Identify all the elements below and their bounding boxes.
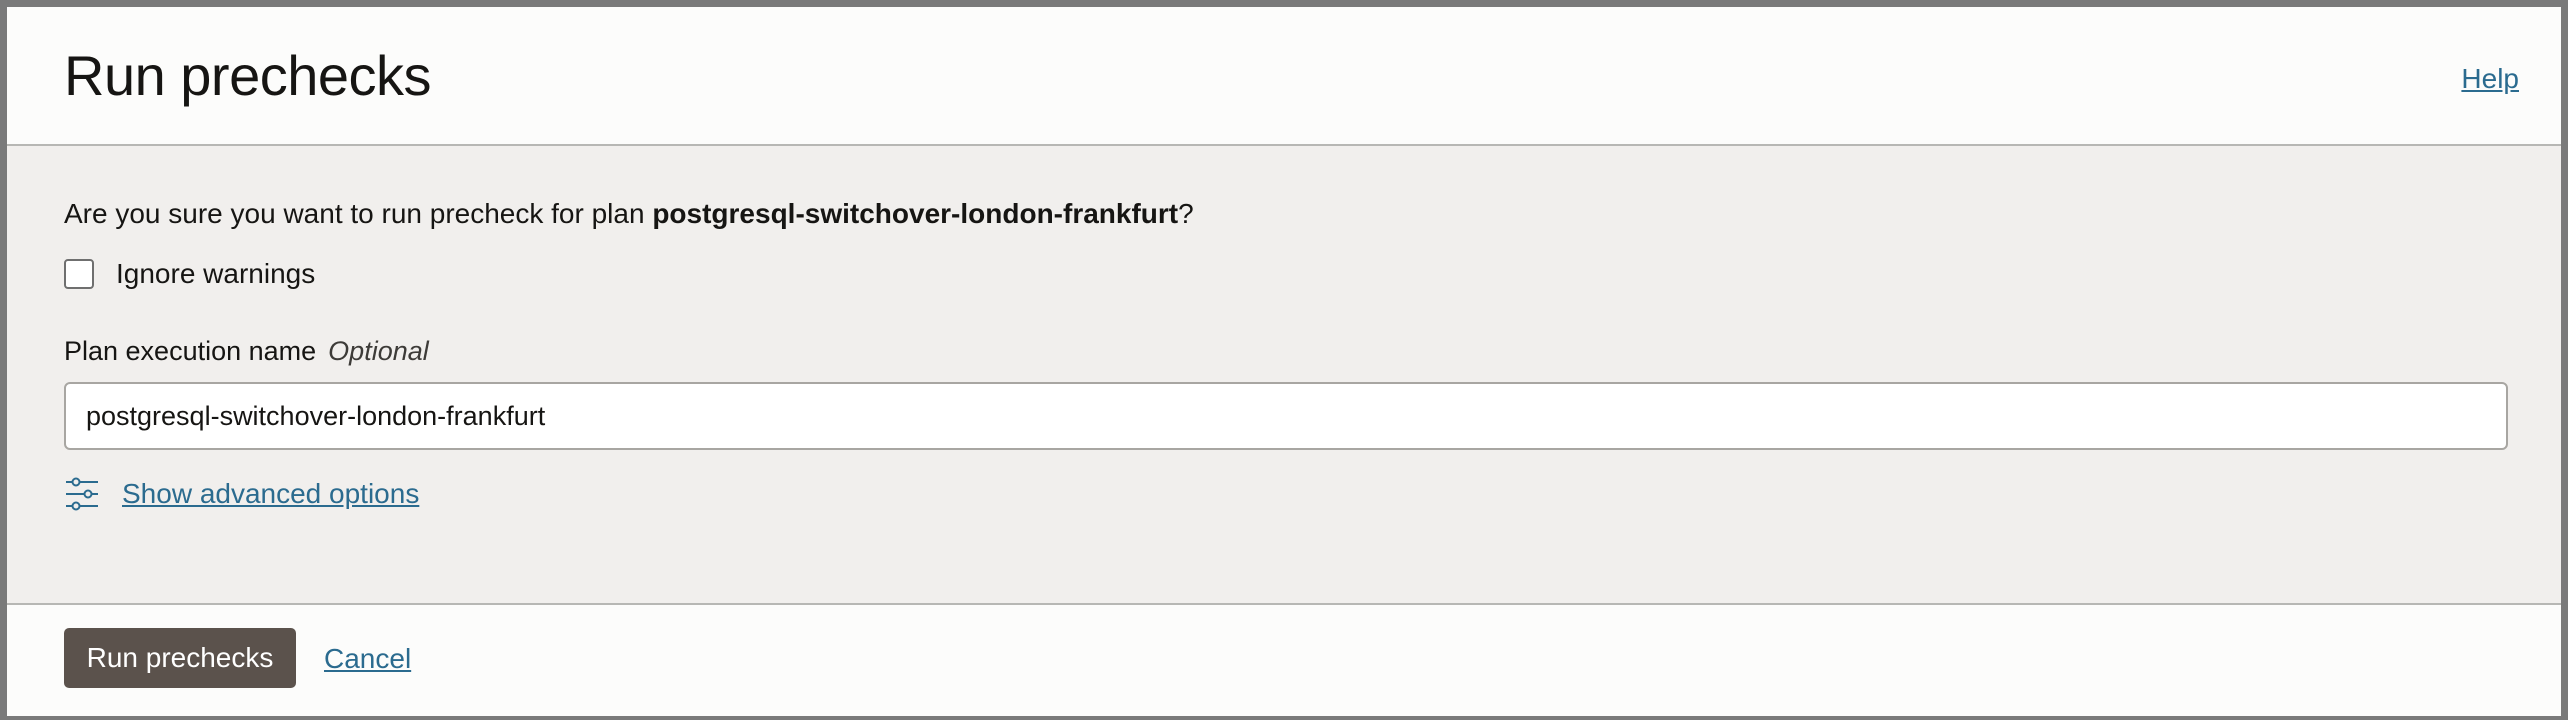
confirmation-question: Are you sure you want to run precheck fo… bbox=[64, 198, 1194, 230]
dialog-header: Run prechecks Help bbox=[7, 7, 2561, 146]
ignore-warnings-row[interactable]: Ignore warnings bbox=[64, 258, 315, 290]
execution-name-label: Plan execution name Optional bbox=[64, 336, 429, 367]
optional-hint: Optional bbox=[328, 336, 429, 366]
execution-name-input[interactable] bbox=[64, 382, 2508, 450]
question-prefix: Are you sure you want to run precheck fo… bbox=[64, 198, 653, 229]
sliders-icon bbox=[64, 476, 100, 512]
dialog-body: Are you sure you want to run precheck fo… bbox=[7, 146, 2561, 605]
dialog-title: Run prechecks bbox=[64, 44, 432, 107]
ignore-warnings-checkbox[interactable] bbox=[64, 259, 94, 289]
cancel-link[interactable]: Cancel bbox=[324, 643, 411, 675]
question-suffix: ? bbox=[1178, 198, 1194, 229]
ignore-warnings-label[interactable]: Ignore warnings bbox=[116, 258, 315, 290]
dialog-footer: Run prechecks Cancel bbox=[7, 605, 2561, 716]
show-advanced-options[interactable]: Show advanced options bbox=[64, 476, 419, 512]
advanced-options-label[interactable]: Show advanced options bbox=[122, 478, 419, 510]
plan-name: postgresql-switchover-london-frankfurt bbox=[652, 198, 1179, 229]
run-prechecks-button[interactable]: Run prechecks bbox=[64, 628, 296, 688]
execution-name-label-text: Plan execution name bbox=[64, 336, 317, 366]
run-prechecks-dialog: Run prechecks Help Are you sure you want… bbox=[7, 7, 2561, 716]
help-link[interactable]: Help bbox=[2461, 63, 2519, 95]
